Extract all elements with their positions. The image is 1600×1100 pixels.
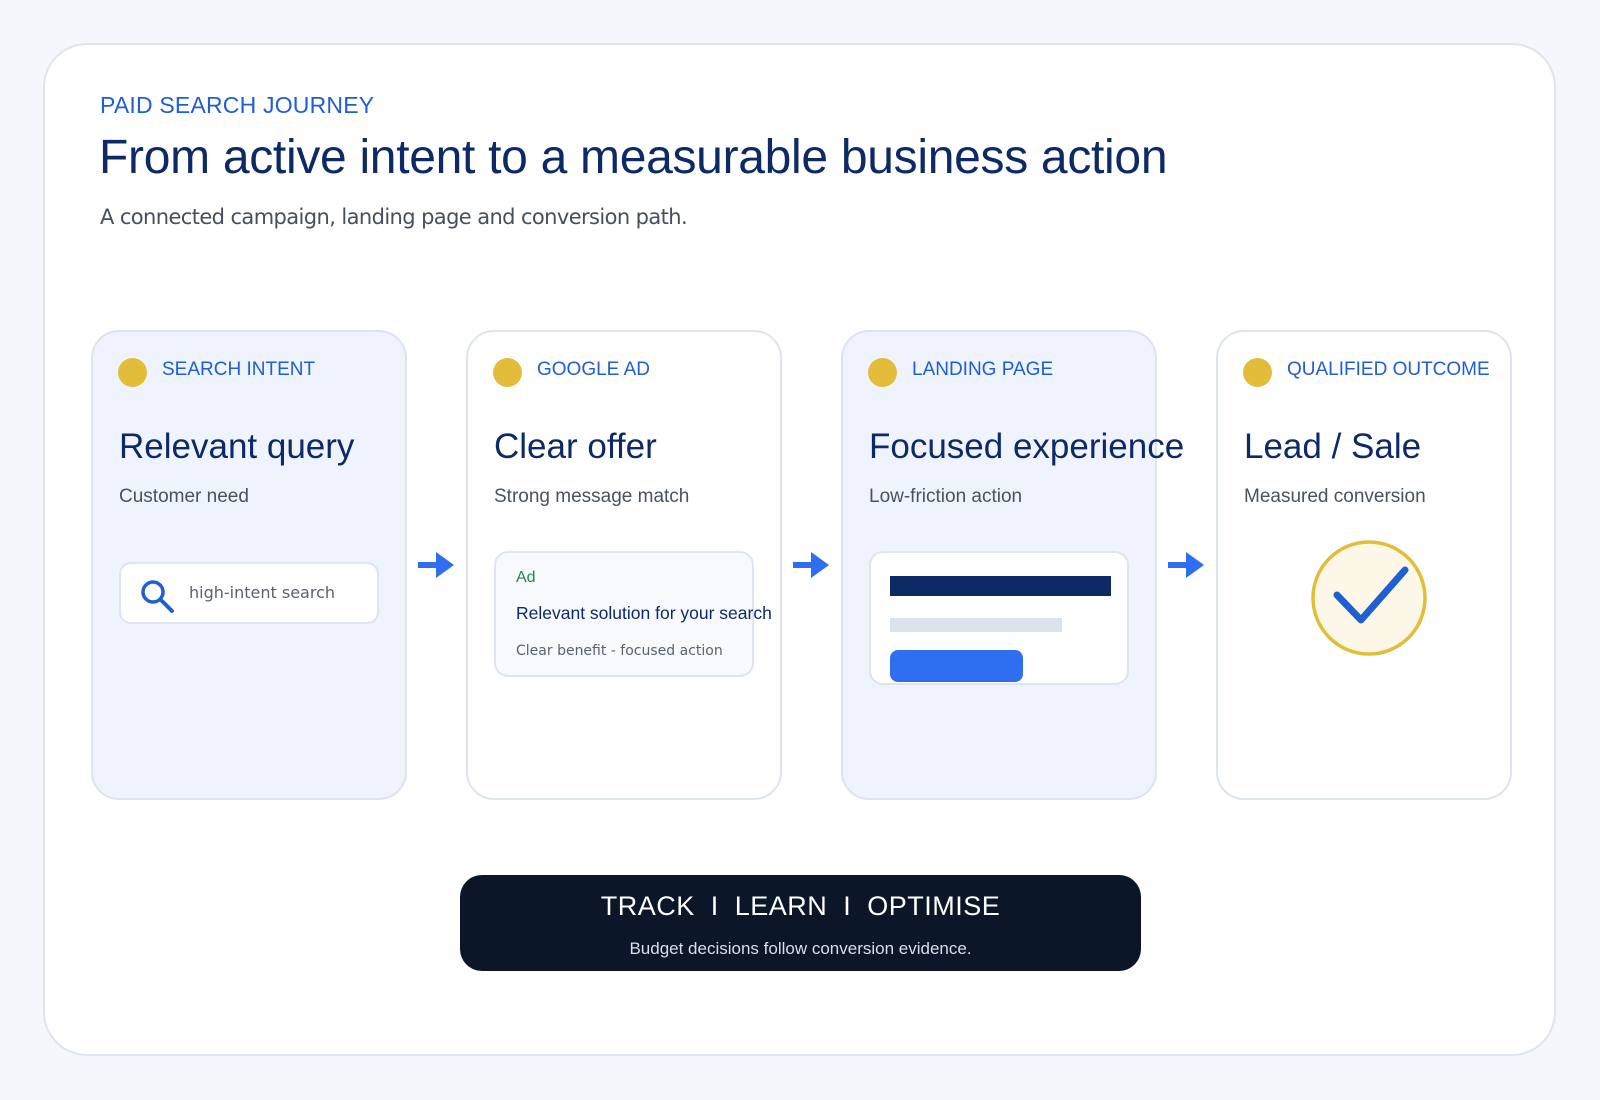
step-card-qualified-outcome: QUALIFIED OUTCOME Lead / Sale Measured c… bbox=[1216, 330, 1512, 800]
ad-headline: Relevant solution for your search bbox=[516, 603, 772, 623]
step-tag: QUALIFIED OUTCOME bbox=[1287, 359, 1490, 380]
ad-preview-illustration: Ad Relevant solution for your search Cle… bbox=[494, 551, 772, 677]
banner-subtitle: Budget decisions follow conversion evide… bbox=[629, 939, 972, 958]
step-tag: LANDING PAGE bbox=[912, 359, 1054, 380]
step-title: Clear offer bbox=[494, 427, 657, 466]
check-icon bbox=[1311, 540, 1427, 656]
step-marker-dot bbox=[118, 358, 147, 387]
landing-page-illustration bbox=[869, 551, 1129, 685]
landing-cta-button-shape bbox=[890, 650, 1023, 682]
step-marker-dot bbox=[868, 358, 897, 387]
eyebrow-label: PAID SEARCH JOURNEY bbox=[100, 92, 375, 118]
arrow-right-icon bbox=[1168, 552, 1204, 578]
page-subtitle: A connected campaign, landing page and c… bbox=[100, 205, 688, 229]
step-card-landing-page: LANDING PAGE Focused experience Low-fric… bbox=[841, 330, 1184, 800]
step-tag: SEARCH INTENT bbox=[162, 359, 316, 380]
arrow-right-icon bbox=[418, 552, 454, 578]
step-subtitle: Strong message match bbox=[494, 486, 690, 507]
step-subtitle: Measured conversion bbox=[1244, 486, 1426, 507]
arrow-right-icon bbox=[793, 552, 829, 578]
banner-title: TRACK I LEARN I OPTIMISE bbox=[600, 891, 1001, 921]
step-tag: GOOGLE AD bbox=[537, 359, 650, 380]
optimisation-banner: TRACK I LEARN I OPTIMISE Budget decision… bbox=[460, 875, 1141, 971]
landing-headline-bar bbox=[890, 576, 1111, 596]
step-subtitle: Low-friction action bbox=[869, 486, 1023, 507]
step-subtitle: Customer need bbox=[119, 486, 249, 507]
step-title: Focused experience bbox=[869, 427, 1185, 466]
ad-label: Ad bbox=[516, 569, 536, 586]
step-marker-dot bbox=[1243, 358, 1272, 387]
search-query-text: high-intent search bbox=[189, 583, 336, 602]
step-card-search-intent: SEARCH INTENT Relevant query Customer ne… bbox=[91, 330, 407, 800]
landing-text-bar bbox=[890, 618, 1062, 632]
search-box-illustration: high-intent search bbox=[119, 562, 379, 624]
page-title: From active intent to a measurable busin… bbox=[99, 131, 1168, 184]
ad-description: Clear benefit - focused action bbox=[516, 643, 723, 659]
step-title: Lead / Sale bbox=[1244, 427, 1422, 466]
step-card-google-ad: GOOGLE AD Clear offer Strong message mat… bbox=[466, 330, 782, 800]
search-icon bbox=[141, 580, 174, 613]
step-title: Relevant query bbox=[119, 427, 355, 466]
step-marker-dot bbox=[493, 358, 522, 387]
